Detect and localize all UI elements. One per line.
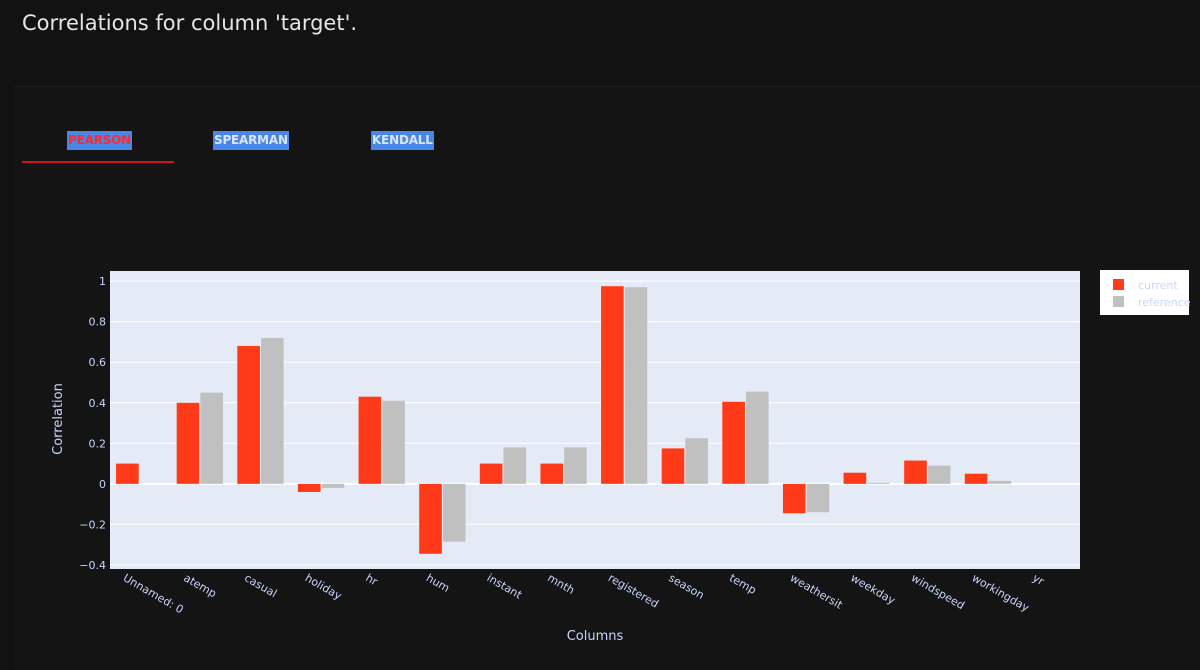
x-tick-label: windspeed [909, 571, 967, 612]
y-tick-label: 0 [99, 478, 106, 491]
bar-reference [260, 337, 284, 484]
bar-current [843, 472, 867, 484]
bar-reference [685, 438, 708, 484]
bar-reference [321, 483, 345, 488]
x-tick-label: atemp [181, 571, 218, 600]
bar-reference [745, 391, 769, 484]
bar-reference [382, 400, 405, 484]
bar-current [601, 286, 624, 484]
y-tick-label: 0.8 [89, 316, 107, 329]
x-tick-label: weekday [848, 571, 897, 607]
x-tick-label: yr [1030, 571, 1046, 588]
bar-reference [927, 465, 951, 484]
legend-label-current: current [1138, 279, 1178, 292]
x-tick-label: casual [242, 571, 279, 600]
x-axis-label: Columns [567, 629, 624, 644]
bar-reference [200, 392, 223, 484]
bar-reference [442, 483, 466, 542]
legend-swatch-current [1113, 279, 1124, 290]
y-tick-label: 0.2 [89, 437, 107, 450]
y-tick-label: −0.2 [79, 518, 106, 531]
bar-current [237, 346, 260, 484]
bar-current [358, 396, 382, 484]
bar-reference [503, 447, 527, 484]
bar-current [176, 402, 200, 484]
bar-current [964, 473, 988, 484]
y-tick-label: −0.4 [79, 559, 106, 572]
bar-current [722, 401, 745, 484]
bar-current [661, 448, 685, 484]
x-tick-label: temp [727, 571, 758, 597]
y-axis-label: Correlation [51, 383, 66, 455]
x-tick-label: registered [606, 571, 661, 610]
y-tick-label: 1 [99, 275, 106, 288]
legend-label-reference: reference [1138, 296, 1191, 309]
x-tick-label: season [666, 571, 706, 602]
x-tick-label: weathersit [788, 571, 845, 612]
x-tick-label: hum [424, 571, 452, 595]
bar-current [904, 460, 927, 484]
y-tick-label: 0.4 [89, 397, 107, 410]
x-tick-label: mnth [545, 571, 577, 597]
bar-current [540, 463, 564, 484]
x-tick-label: holiday [303, 571, 345, 603]
bar-reference [867, 482, 890, 484]
bar-reference [564, 447, 587, 484]
bar-reference [806, 483, 830, 513]
y-tick-label: 0.6 [89, 356, 107, 369]
bar-current [116, 463, 139, 484]
bar-current [419, 483, 442, 554]
legend-swatch-reference [1113, 296, 1124, 307]
correlation-bar-chart: 1 0.8 0.6 0.4 0.2 0 −0.2 −0.4 Unnamed: 0atemp ca… [51, 270, 1191, 644]
bar-reference [988, 480, 1012, 484]
bar-current [479, 463, 503, 484]
bar-current [782, 483, 806, 514]
x-tick-label: Unnamed: 0 [121, 571, 186, 616]
x-tick-label: workingday [970, 571, 1032, 614]
legend: current reference [1100, 270, 1191, 315]
bar-current [297, 483, 321, 492]
bar-reference [624, 287, 648, 484]
x-tick-label: hr [363, 571, 380, 588]
x-tick-label: instant [485, 571, 525, 602]
